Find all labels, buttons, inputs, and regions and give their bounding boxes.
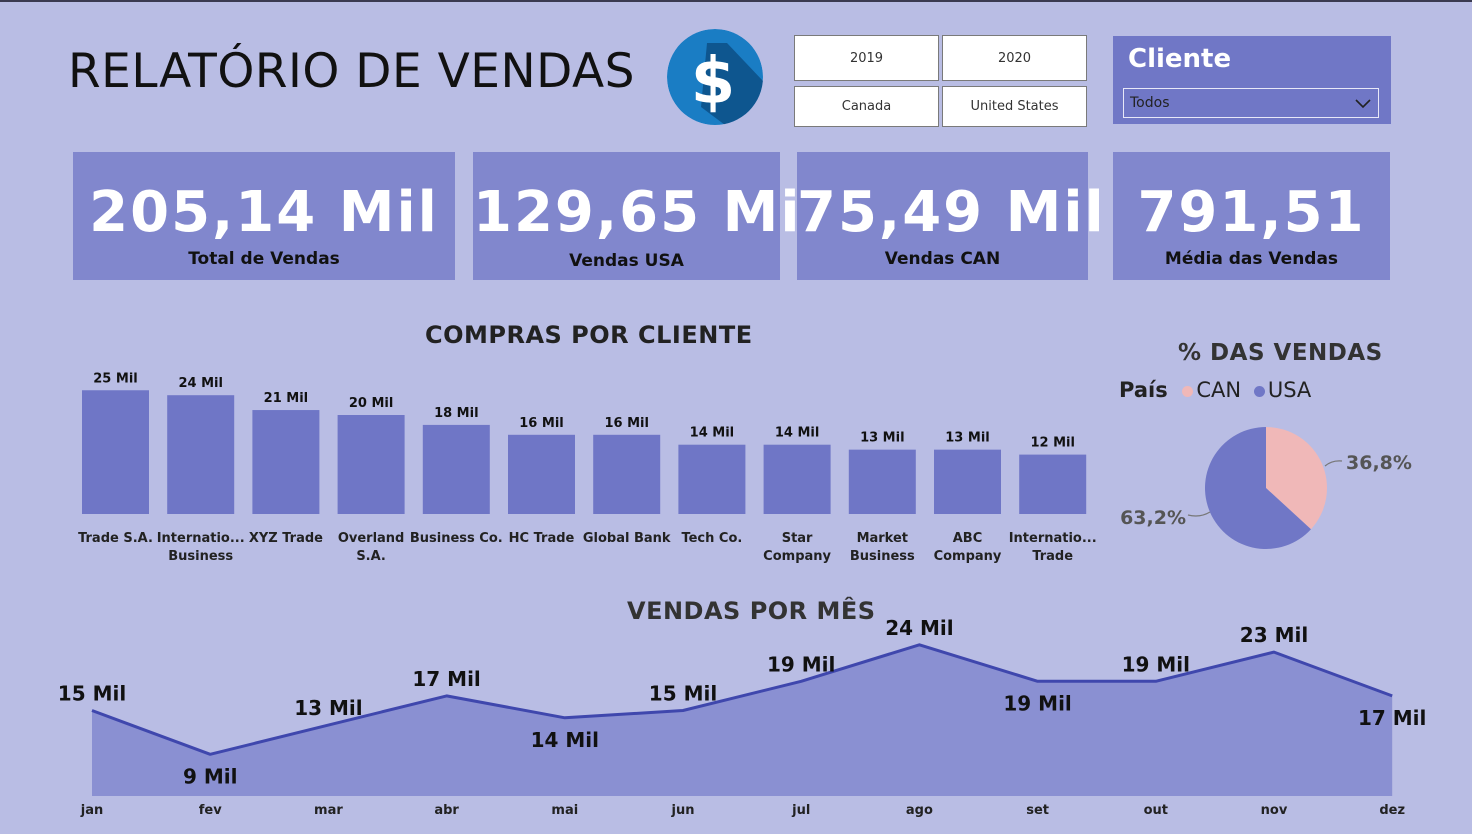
bar-category-label: Trade xyxy=(1032,549,1073,564)
bar-data-label: 13 Mil xyxy=(945,431,989,446)
bar-category-label: Star xyxy=(782,531,813,546)
line-area-fill xyxy=(92,644,1393,796)
bar-category-label: Global Bank xyxy=(583,531,671,546)
bar xyxy=(508,434,575,514)
line-x-tick-label: abr xyxy=(434,803,459,818)
bar-data-label: 14 Mil xyxy=(690,426,734,441)
bar-category-label: XYZ Trade xyxy=(249,531,323,546)
bar xyxy=(848,449,916,514)
bar-category-label: Overland xyxy=(338,531,405,546)
bar-data-label: 13 Mil xyxy=(860,431,904,446)
bar-category-label: Company xyxy=(934,549,1002,564)
bar xyxy=(1019,454,1087,514)
line-data-label: 17 Mil xyxy=(412,667,480,691)
bar-category-label: Business xyxy=(850,549,915,564)
bar-category-label: Market xyxy=(857,531,908,546)
line-data-label: 23 Mil xyxy=(1240,623,1308,647)
pie-leader-line xyxy=(1324,460,1343,467)
line-data-label: 15 Mil xyxy=(649,682,717,706)
line-x-tick-label: set xyxy=(1026,803,1049,818)
bar xyxy=(763,444,831,514)
bar-category-label: Business Co. xyxy=(410,531,503,546)
bar-data-label: 12 Mil xyxy=(1030,436,1074,451)
bar xyxy=(593,434,661,514)
line-data-label: 19 Mil xyxy=(767,652,835,676)
bar-data-label: 21 Mil xyxy=(264,391,308,406)
line-data-label: 19 Mil xyxy=(1003,691,1071,715)
line-data-label: 17 Mil xyxy=(1358,706,1426,730)
bar-category-label: S.A. xyxy=(356,549,386,564)
bar-category-label: Internatio... xyxy=(157,531,245,546)
bar-data-label: 16 Mil xyxy=(604,416,648,431)
line-x-tick-label: jul xyxy=(791,803,810,818)
line-data-label: 24 Mil xyxy=(885,616,953,640)
bar xyxy=(252,410,320,514)
line-x-tick-label: nov xyxy=(1261,803,1288,818)
bar xyxy=(934,449,1001,514)
pie-leader-line xyxy=(1187,511,1211,517)
line-x-tick-label: out xyxy=(1144,803,1168,818)
line-data-label: 9 Mil xyxy=(183,764,238,788)
line-x-tick-label: mai xyxy=(551,803,578,818)
line-data-label: 19 Mil xyxy=(1122,652,1190,676)
line-x-tick-label: ago xyxy=(906,803,933,818)
line-data-label: 15 Mil xyxy=(58,682,126,706)
bar-data-label: 16 Mil xyxy=(519,416,563,431)
bar-data-label: 18 Mil xyxy=(434,406,478,421)
bar-category-label: Company xyxy=(763,549,831,564)
charts-canvas: 25 Mil Trade S.A. 24 Mil Internatio... Busin… xyxy=(58,371,1427,818)
bar xyxy=(422,424,490,514)
bar-category-label: ABC xyxy=(953,531,983,546)
bar xyxy=(337,415,405,514)
bar xyxy=(678,444,746,514)
bar-category-label: Business xyxy=(168,549,233,564)
line-x-tick-label: fev xyxy=(199,803,222,818)
bar-category-label: HC Trade xyxy=(509,531,575,546)
pie-data-label-can: 36,8% xyxy=(1346,452,1412,474)
bar-category-label: Tech Co. xyxy=(681,531,742,546)
bar-data-label: 25 Mil xyxy=(93,371,137,386)
bar-category-label: Trade S.A. xyxy=(78,531,153,546)
line-x-tick-label: jun xyxy=(671,803,695,818)
line-x-tick-label: jan xyxy=(80,803,103,818)
bar-data-label: 14 Mil xyxy=(775,426,819,441)
line-x-tick-label: mar xyxy=(314,803,343,818)
bar-data-label: 20 Mil xyxy=(349,396,393,411)
bar-category-label: Internatio... xyxy=(1009,531,1097,546)
bar xyxy=(167,395,235,514)
line-data-label: 13 Mil xyxy=(294,696,362,720)
line-x-tick-label: dez xyxy=(1379,803,1405,818)
pie-data-label-usa: 63,2% xyxy=(1120,507,1186,529)
bar-data-label: 24 Mil xyxy=(178,376,222,391)
bar xyxy=(82,390,149,514)
line-data-label: 14 Mil xyxy=(531,728,599,752)
